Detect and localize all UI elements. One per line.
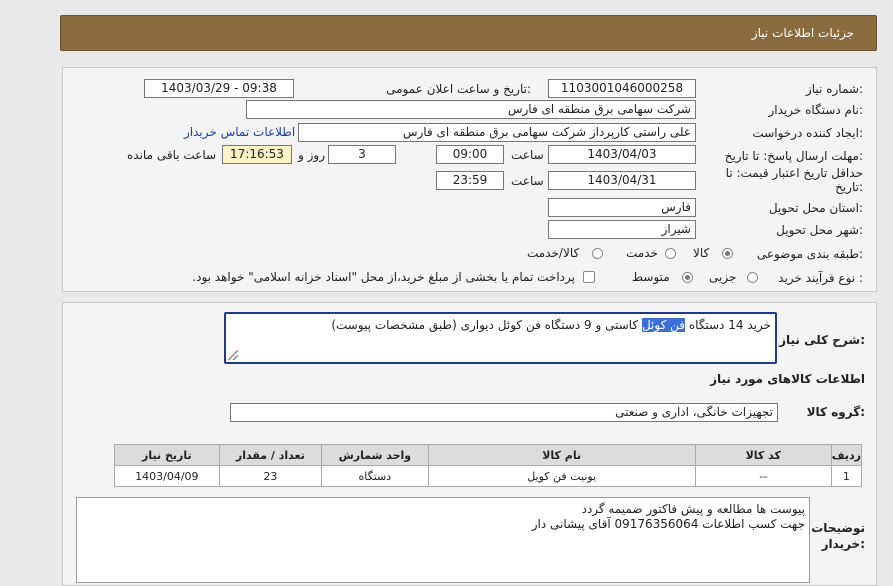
description-label: شرح کلی نیاز: <box>779 333 865 347</box>
category-label: طبقه بندی موضوعی: <box>756 247 863 261</box>
buyer-notes-line-1: پیوست ها مطالعه و پیش فاکتور ضمیمه گردد <box>581 502 805 516</box>
cell-row: 1 <box>830 465 863 487</box>
need-number-label: شماره نیاز: <box>805 82 863 96</box>
cell-quantity: 23 <box>218 465 323 487</box>
reply-deadline-time: 09:00 <box>436 145 504 164</box>
cell-unit: دستگاه <box>321 465 429 487</box>
col-row: ردیف <box>830 444 863 466</box>
col-date: تاریخ نیاز <box>114 444 220 466</box>
price-validity-date: 1403/04/31 <box>548 171 696 190</box>
cell-code: -- <box>694 465 832 487</box>
col-quantity: تعداد / مقدار <box>218 444 323 466</box>
buyer-org-label: نام دستگاه خریدار: <box>768 103 864 117</box>
category-radio-goods-service[interactable] <box>592 248 603 259</box>
treasury-payment-note: پرداخت تمام یا بخشی از مبلغ خرید،از محل … <box>192 270 575 284</box>
cell-date: 1403/04/09 <box>114 465 220 487</box>
need-number-field: 1103001046000258 <box>548 79 696 98</box>
goods-group-label: گروه کالا: <box>806 405 865 419</box>
requester-field: علی راستی کارپرداز شرکت سهامی برق منطقه … <box>298 123 696 142</box>
col-name: نام کالا <box>427 444 696 466</box>
category-option-goods-service: کالا/خدمت <box>527 246 580 260</box>
province-field: فارس <box>548 198 696 217</box>
process-radio-minor[interactable] <box>747 272 758 283</box>
process-radio-medium[interactable] <box>682 272 693 283</box>
category-radio-goods[interactable] <box>722 248 733 259</box>
buyer-contact-link[interactable]: اطلاعات تماس خریدار <box>184 125 295 139</box>
announce-datetime-label: تاریخ و ساعت اعلان عمومی: <box>386 82 531 96</box>
announce-datetime-field: 1403/03/29 - 09:38 <box>144 79 294 98</box>
goods-section-title: اطلاعات کالاهای مورد نیاز <box>710 372 865 386</box>
col-code: کد کالا <box>694 444 832 466</box>
table-row: 1403/04/09 23 دستگاه یونیت فن کویل -- 1 <box>114 465 863 487</box>
reply-deadline-date: 1403/04/03 <box>548 145 696 164</box>
category-option-service: خدمت <box>626 246 658 260</box>
process-type-label: نوع فرآیند خرید : <box>778 271 863 285</box>
textarea-resize-handle[interactable] <box>228 350 238 360</box>
requester-label: ایجاد کننده درخواست: <box>752 126 863 140</box>
buyer-org-field: شرکت سهامی برق منطقه ای فارس <box>246 100 696 119</box>
category-radio-service[interactable] <box>665 248 676 259</box>
city-field: شیراز <box>548 220 696 239</box>
buyer-notes-line-2: جهت کسب اطلاعات 09176356064 آقای پیشانی … <box>531 517 805 531</box>
description-text: خرید 14 دستگاه فن کوئل کاستی و 9 دستگاه … <box>331 318 771 332</box>
cell-name: یونیت فن کویل <box>427 465 696 487</box>
buyer-notes-box: پیوست ها مطالعه و پیش فاکتور ضمیمه گردد … <box>76 497 810 583</box>
price-validity-time: 23:59 <box>436 171 504 190</box>
treasury-payment-checkbox[interactable] <box>583 271 595 283</box>
page-title: جزئیات اطلاعات نیاز <box>751 26 854 40</box>
reply-time-label: ساعت <box>511 148 544 162</box>
page-header: جزئیات اطلاعات نیاز <box>60 15 877 51</box>
remaining-time-label: ساعت باقی مانده <box>127 148 217 162</box>
goods-group-field: تجهیزات خانگی، اداری و صنعتی <box>230 403 778 422</box>
description-textarea[interactable]: خرید 14 دستگاه فن کوئل کاستی و 9 دستگاه … <box>224 312 777 364</box>
reply-deadline-label: مهلت ارسال پاسخ: تا تاریخ: <box>724 149 863 163</box>
category-option-goods: کالا <box>693 246 710 260</box>
description-highlight: فن کوئل <box>641 318 685 332</box>
province-label: استان محل تحویل: <box>768 201 863 215</box>
col-unit: واحد شمارش <box>321 444 429 466</box>
price-validity-label: حداقل تاریخ اعتبار قیمت: تا تاریخ: <box>725 166 863 194</box>
reply-days-label: روز و <box>298 148 325 162</box>
remaining-time-field: 17:16:53 <box>222 145 292 164</box>
buyer-notes-label: توضیحات خریدار: <box>811 521 865 551</box>
goods-table: تاریخ نیاز تعداد / مقدار واحد شمارش نام … <box>114 444 863 487</box>
process-option-minor: جزیی <box>709 270 737 284</box>
goods-table-header: تاریخ نیاز تعداد / مقدار واحد شمارش نام … <box>114 444 863 466</box>
price-time-label: ساعت <box>511 174 544 188</box>
city-label: شهر محل تحویل: <box>776 223 863 237</box>
process-option-medium: متوسط <box>632 270 670 284</box>
reply-days-field: 3 <box>328 145 396 164</box>
